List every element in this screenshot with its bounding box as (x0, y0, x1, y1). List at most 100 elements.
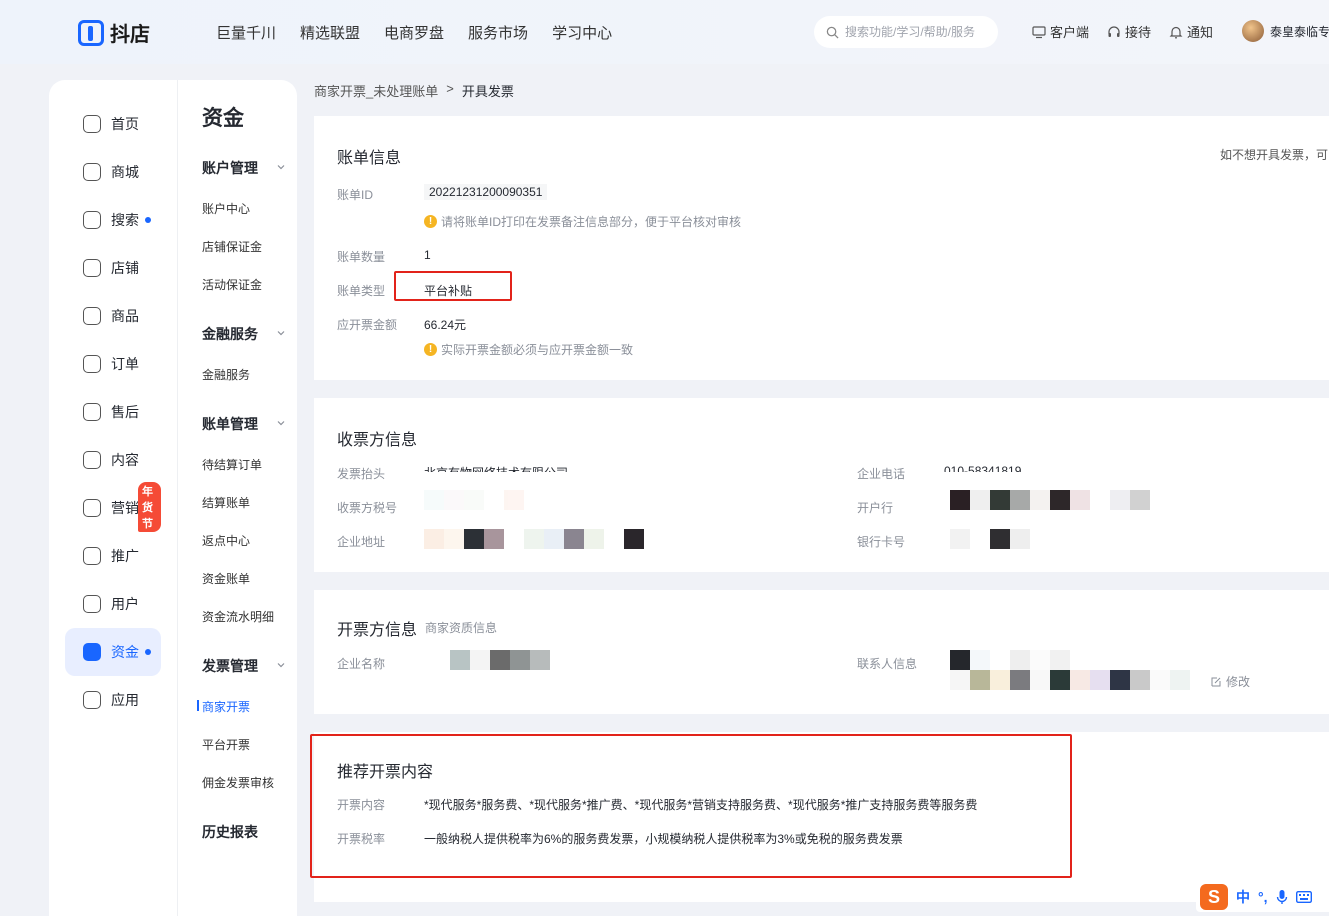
search-icon (826, 26, 839, 39)
redacted-bank (950, 490, 1150, 510)
primary-nav-label: 订单 (111, 356, 139, 372)
promotion-icon (83, 547, 101, 565)
warning-icon: ! (424, 343, 437, 356)
topnav-item[interactable]: 电商罗盘 (384, 22, 444, 43)
company-label: 企业名称 (337, 657, 386, 671)
section-subtitle: 商家资质信息 (425, 621, 498, 635)
edit-contact-button[interactable]: 修改 (1210, 673, 1250, 690)
subnav-item[interactable]: 待结算订单 (202, 456, 262, 473)
subnav-group[interactable]: 历史报表 (202, 822, 286, 842)
headset-icon (1108, 25, 1120, 37)
aftersale-icon (83, 403, 101, 421)
topnav-item[interactable]: 巨量千川 (216, 22, 276, 43)
subnav-group-label: 历史报表 (202, 824, 258, 840)
primary-nav-item[interactable]: 营销 年货节 (65, 482, 161, 532)
primary-nav-item[interactable]: 店铺 (65, 244, 161, 292)
opt-out-note: 如不想开具发票，可 (1220, 148, 1329, 162)
home-icon (83, 115, 101, 133)
brand-logo[interactable]: 抖店 (78, 18, 150, 47)
invoice-header-value: 北京有物网络技术有限公司 (424, 464, 568, 472)
ime-punctuation[interactable]: °, (1258, 889, 1268, 905)
subnav-item[interactable]: 活动保证金 (202, 276, 262, 293)
primary-nav-item[interactable]: 内容 (65, 436, 161, 484)
bill-id-value: 20221231200090351 (424, 184, 548, 200)
bill-id-label: 账单ID (337, 188, 374, 202)
subnav-group-label: 账单管理 (202, 416, 258, 432)
primary-nav-item[interactable]: 首页 (65, 100, 161, 148)
user-menu[interactable]: 泰皇泰临专 (1242, 20, 1329, 42)
section-title: 账单信息 (337, 150, 402, 167)
subnav-group-label: 金融服务 (202, 326, 258, 342)
content-icon (83, 451, 101, 469)
bill-type-label: 账单类型 (337, 284, 386, 298)
redacted-contact-2 (950, 670, 1190, 690)
primary-nav-item[interactable]: 应用 (65, 676, 161, 724)
primary-nav-item[interactable]: 搜索 (65, 196, 161, 244)
primary-nav-item[interactable]: 商城 (65, 148, 161, 196)
search-input[interactable] (845, 25, 995, 39)
ime-language[interactable]: 中 (1236, 887, 1250, 907)
global-search[interactable] (814, 16, 998, 48)
bell-icon (1169, 26, 1183, 38)
rate-value: 一般纳税人提供税率为6%的服务费发票，小规模纳税人提供税率为3%或免税的服务费发… (424, 832, 903, 846)
subnav-group-label: 发票管理 (202, 658, 258, 674)
client-label: 客户端 (1050, 25, 1090, 40)
primary-nav-item[interactable]: 商品 (65, 292, 161, 340)
bill-count-label: 账单数量 (337, 250, 386, 264)
chevron-down-icon (277, 663, 285, 668)
primary-nav-label: 用户 (111, 596, 139, 612)
keyboard-icon[interactable] (1295, 891, 1312, 903)
subnav-item[interactable]: 资金流水明细 (202, 608, 274, 625)
primary-nav-item[interactable]: 订单 (65, 340, 161, 388)
left-panel: 首页 商城搜索店铺商品订单售后 内容 营销 年货节 推广用户资金 应用 资金 账户管理账户中… (49, 80, 297, 916)
primary-nav-item[interactable]: 资金 (65, 628, 161, 676)
primary-nav-item[interactable]: 售后 (65, 388, 161, 436)
subnav-item[interactable]: 金融服务 (202, 366, 250, 383)
topnav-item[interactable]: 学习中心 (552, 22, 612, 43)
subnav-group[interactable]: 发票管理 (202, 656, 286, 676)
brand-name: 抖店 (110, 24, 150, 46)
subnav-item[interactable]: 商家开票 (196, 698, 250, 715)
microphone-icon[interactable] (1276, 889, 1288, 905)
subnav-item[interactable]: 店铺保证金 (202, 238, 262, 255)
section-title: 推荐开票内容 (337, 764, 434, 781)
redacted-tax-id (424, 490, 524, 510)
primary-nav: 首页 商城搜索店铺商品订单售后 内容 营销 年货节 推广用户资金 应用 (65, 100, 161, 724)
notify-button[interactable]: 通知 (1169, 22, 1213, 41)
warning-icon: ! (424, 215, 437, 228)
primary-nav-item[interactable]: 用户 (65, 580, 161, 628)
topnav-item[interactable]: 精选联盟 (300, 22, 360, 43)
redacted-address (424, 529, 644, 549)
bank-label: 开户行 (857, 501, 894, 515)
subnav-group[interactable]: 账户管理 (202, 158, 286, 178)
monitor-icon (1032, 25, 1046, 38)
topnav-item[interactable]: 服务市场 (468, 22, 528, 43)
subnav-item[interactable]: 佣金发票审核 (202, 774, 274, 791)
issuer-card: 开票方信息 商家资质信息 企业名称 联系人信息 修改 (314, 590, 1329, 714)
primary-nav-label: 商品 (111, 308, 139, 324)
reception-button[interactable]: 接待 (1107, 22, 1151, 41)
client-button[interactable]: 客户端 (1032, 22, 1089, 41)
sogou-logo-icon: S (1200, 884, 1228, 910)
section-title: 收票方信息 (337, 432, 418, 449)
bill-type-value: 平台补贴 (424, 284, 473, 298)
redacted-company (430, 650, 550, 670)
primary-nav-item[interactable]: 推广 (65, 532, 161, 580)
subnav-item[interactable]: 资金账单 (202, 570, 250, 587)
content-value: *现代服务*服务费、*现代服务*推广费、*现代服务*营销支持服务费、*现代服务*… (424, 798, 978, 812)
app-icon (83, 691, 101, 709)
primary-nav-label: 搜索 (111, 212, 139, 228)
subnav-item[interactable]: 返点中心 (202, 532, 250, 549)
subnav-group[interactable]: 账单管理 (202, 414, 286, 434)
ime-toolbar[interactable]: S 中 °, (1196, 882, 1329, 912)
shop-icon (83, 259, 101, 277)
subnav-item[interactable]: 账户中心 (202, 200, 250, 217)
bill-id-tip-text: 请将账单ID打印在发票备注信息部分，便于平台核对审核 (441, 215, 742, 229)
subnav-group[interactable]: 金融服务 (202, 324, 286, 344)
subnav-item[interactable]: 结算账单 (202, 494, 250, 511)
subnav-item[interactable]: 平台开票 (202, 736, 250, 753)
breadcrumb-parent[interactable]: 商家开票_未处理账单 (314, 81, 438, 100)
amount-tip-text: 实际开票金额必须与应开票金额一致 (441, 343, 634, 357)
top-nav: 巨量千川 精选联盟 电商罗盘 服务市场 学习中心 (216, 22, 612, 43)
invoice-header-label: 发票抬头 (337, 467, 386, 481)
